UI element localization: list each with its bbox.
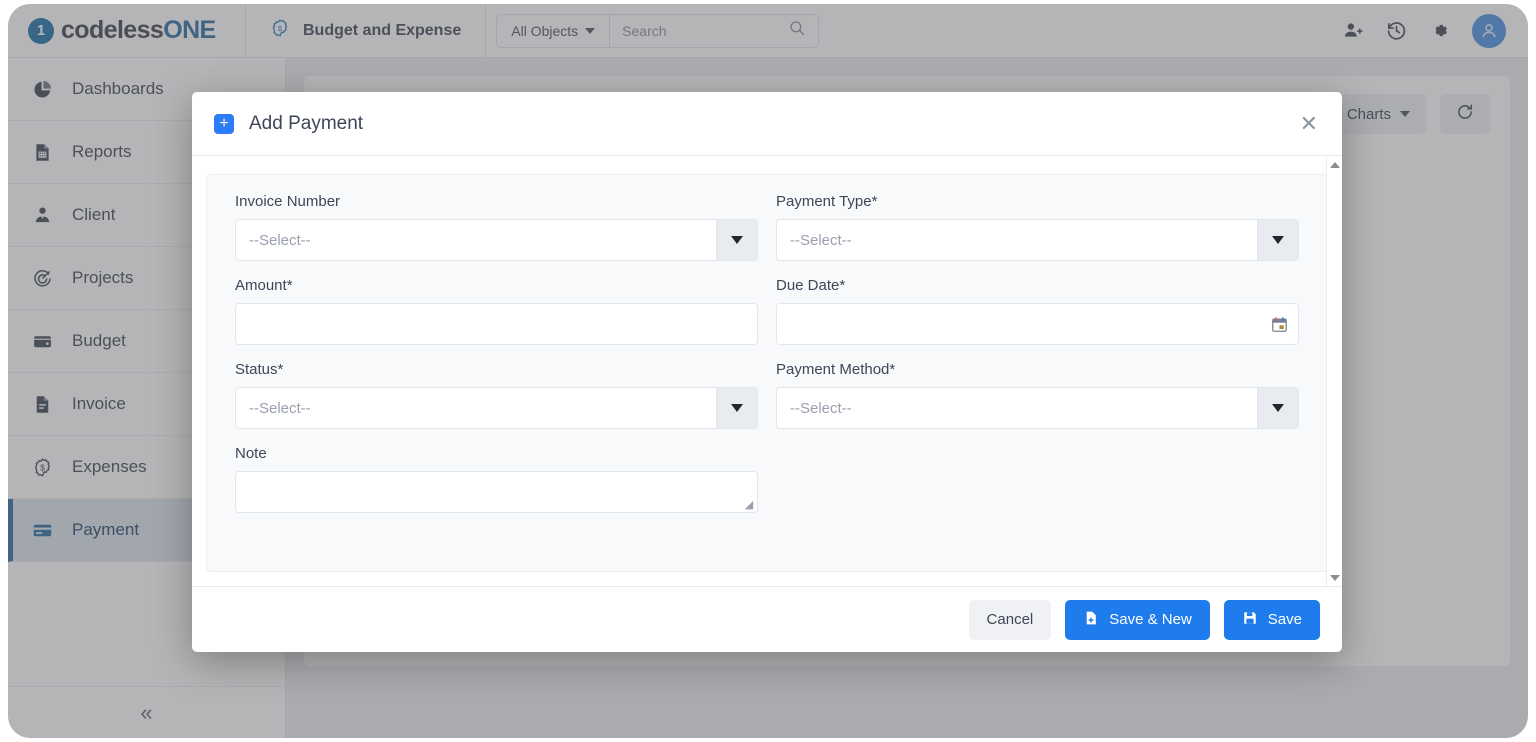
status-select[interactable]: --Select-- (235, 387, 758, 429)
field-label: Due Date* (776, 277, 846, 294)
scroll-up-arrow-icon[interactable] (1327, 156, 1343, 173)
sidebar-item-label: Projects (72, 268, 134, 287)
credit-card-icon (30, 520, 54, 541)
sidebar-item-label: Payment (72, 520, 140, 539)
dialog-footer: Cancel Save & New Save (192, 586, 1342, 652)
charts-button-label: Charts (1346, 105, 1391, 123)
refresh-icon (1456, 103, 1474, 125)
cancel-button[interactable]: Cancel (968, 599, 1052, 640)
report-document-icon (30, 142, 54, 163)
history-icon[interactable] (1386, 20, 1407, 41)
field-due-date: Due Date* (776, 277, 1299, 345)
wallet-icon (30, 331, 54, 352)
select-value: --Select-- (790, 231, 852, 249)
payment-method-select[interactable]: --Select-- (776, 387, 1299, 429)
field-label: Amount* (235, 277, 293, 294)
brand-wordmark: codelessONE (61, 16, 216, 45)
field-amount: Amount* (235, 277, 758, 345)
sidebar-item-label: Expenses (72, 457, 147, 476)
field-label: Status* (235, 361, 284, 378)
app-selector[interactable]: $ Budget and Expense (246, 4, 487, 58)
dialog-title: Add Payment (249, 112, 364, 134)
scrollbar-track[interactable] (1327, 173, 1343, 569)
chevron-down-icon[interactable] (1257, 220, 1298, 260)
field-label: Invoice Number (235, 193, 341, 210)
sidebar-item-label: Reports (72, 142, 132, 161)
object-filter-label: All Objects (511, 22, 579, 39)
sidebar-item-label: Client (72, 205, 116, 224)
svg-text:$: $ (40, 462, 45, 472)
select-value: --Select-- (249, 399, 311, 417)
sidebar-item-label: Dashboards (72, 79, 164, 98)
payment-form: Invoice Number --Select-- Payment Type* … (206, 174, 1328, 572)
chevrons-left-icon: « (140, 699, 153, 725)
select-value: --Select-- (790, 399, 852, 417)
search-input[interactable]: Search (610, 15, 818, 47)
save-button[interactable]: Save (1223, 599, 1320, 640)
cancel-button-label: Cancel (986, 611, 1034, 628)
brand-word-b: ONE (163, 16, 216, 44)
target-icon (30, 268, 54, 289)
close-icon[interactable]: ✕ (1300, 112, 1318, 135)
chevron-down-icon[interactable] (1257, 388, 1298, 428)
object-filter-dropdown[interactable]: All Objects (497, 14, 611, 47)
scroll-down-arrow-icon[interactable] (1327, 569, 1343, 586)
chevron-down-icon[interactable] (716, 388, 757, 428)
brand-logo[interactable]: 1 codelessONE (8, 4, 246, 58)
add-user-icon[interactable] (1343, 20, 1364, 41)
refresh-button[interactable] (1440, 94, 1490, 134)
field-status: Status* --Select-- (235, 361, 758, 429)
file-plus-icon (1083, 610, 1099, 630)
svg-text:$: $ (278, 24, 283, 33)
sidebar-collapse-button[interactable]: « (8, 686, 285, 738)
gear-icon[interactable] (1429, 20, 1450, 41)
invoice-document-icon (30, 394, 54, 415)
dialog-scrollbar[interactable] (1326, 156, 1342, 586)
floppy-disk-icon (1242, 610, 1258, 630)
brand-word-a: codeless (61, 16, 164, 44)
save-and-new-button[interactable]: Save & New (1065, 599, 1210, 640)
top-bar-actions (1343, 13, 1528, 48)
field-payment-type: Payment Type* --Select-- (776, 193, 1299, 261)
plus-square-icon: + (214, 113, 234, 134)
field-payment-method: Payment Method* --Select-- (776, 361, 1299, 429)
note-textarea[interactable]: ◢ (235, 471, 758, 513)
dialog-body: Invoice Number --Select-- Payment Type* … (192, 156, 1342, 586)
top-bar: 1 codelessONE $ Budget and Expense All O… (8, 4, 1528, 58)
dialog-header: + Add Payment ✕ (192, 92, 1342, 156)
save-and-new-button-label: Save & New (1109, 611, 1192, 628)
chevron-down-icon (585, 27, 596, 34)
user-avatar-icon[interactable] (1472, 13, 1506, 48)
select-value: --Select-- (249, 231, 311, 249)
dollar-badge-icon: $ (30, 457, 54, 478)
due-date-input[interactable] (776, 303, 1299, 345)
add-payment-dialog: + Add Payment ✕ Invoice Number --Select-… (192, 92, 1342, 652)
chevron-down-icon (1400, 111, 1410, 117)
form-grid: Invoice Number --Select-- Payment Type* … (235, 193, 1299, 529)
payment-type-select[interactable]: --Select-- (776, 219, 1299, 261)
calendar-icon[interactable] (1271, 316, 1288, 333)
chevron-down-icon[interactable] (716, 220, 757, 260)
search-placeholder: Search (622, 22, 667, 39)
invoice-number-select[interactable]: --Select-- (235, 219, 758, 261)
field-label: Note (235, 445, 267, 462)
field-label: Payment Method* (776, 361, 896, 378)
person-icon (30, 205, 54, 226)
global-search: All Objects Search (496, 13, 820, 48)
sidebar-item-label: Budget (72, 331, 126, 350)
amount-input[interactable] (235, 303, 758, 345)
app-name-label: Budget and Expense (303, 21, 462, 39)
save-button-label: Save (1267, 611, 1302, 628)
sidebar-item-label: Invoice (72, 394, 126, 413)
resize-handle-icon[interactable]: ◢ (743, 499, 755, 511)
dollar-badge-icon: $ (270, 18, 290, 43)
field-invoice-number: Invoice Number --Select-- (235, 193, 758, 261)
field-label: Payment Type* (776, 193, 878, 210)
search-icon[interactable] (788, 19, 806, 42)
brand-mark-icon: 1 (28, 17, 54, 44)
field-note: Note ◢ (235, 445, 758, 513)
pie-chart-icon (30, 79, 54, 100)
